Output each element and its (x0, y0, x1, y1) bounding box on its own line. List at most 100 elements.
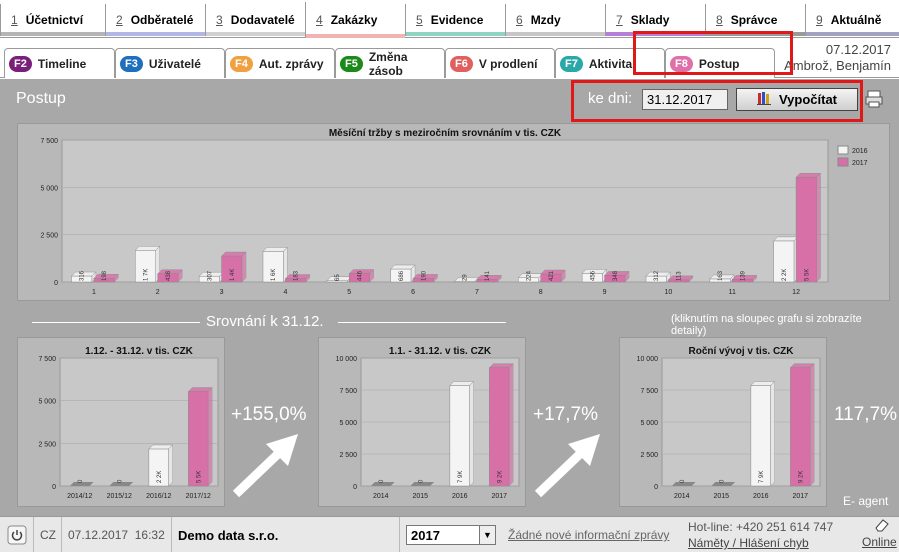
x-tick-label: 12 (792, 289, 800, 296)
bar-value-label: 163 (718, 270, 724, 281)
x-tick-label: 3 (220, 289, 224, 296)
main-tab-6[interactable]: 6 Mzdy (505, 4, 605, 36)
main-tab-number: 7 (616, 13, 623, 27)
section-line-right (338, 322, 506, 323)
annual-trend-chart[interactable]: 0 2 500 5 000 7 500 10 000 Roční vývoj v tis.… (620, 338, 828, 508)
bar-value-label: 446 (357, 270, 363, 281)
x-tick-label: 2016/12 (146, 493, 171, 500)
bar-value-label: 7 9K (458, 471, 464, 483)
bar-12-2017-side (816, 172, 821, 283)
bar-2016/12-side (168, 444, 173, 487)
annual-trend-panel[interactable]: 0 2 500 5 000 7 500 10 000 Roční vývoj v tis.… (619, 337, 827, 507)
sub-tab-label: Uživatelé (148, 56, 201, 71)
bar-2016 (449, 380, 475, 487)
bar-2017-side (809, 363, 815, 487)
feedback-link[interactable]: Náměty / Hlášení chyb (688, 536, 809, 550)
bar-value-label: 198 (102, 270, 108, 281)
date-label: ke dni: (588, 90, 633, 107)
sub-tab-f2[interactable]: F2 Timeline (4, 48, 115, 78)
y-tick-label: 5 000 (40, 185, 58, 192)
header-info: 07.12.2017 Ambrož, Benjamín (784, 42, 891, 74)
monthly-chart[interactable]: 0 2 500 5 000 7 500 Měsíční tržby s meziročn… (18, 124, 891, 302)
sub-tab-f6[interactable]: F6 V prodlení (445, 48, 555, 78)
e-agent-label: E- agent (843, 494, 889, 508)
y-tick-label: 10 000 (336, 356, 358, 363)
main-tab-color-bar (606, 32, 705, 36)
bar-value-label: 190 (421, 270, 427, 281)
sub-tab-f8[interactable]: F8 Postup (665, 48, 775, 78)
page-title: Postup (16, 90, 66, 107)
main-tab-3[interactable]: 3 Dodavatelé (205, 4, 305, 36)
main-tab-7[interactable]: 7 Sklady (605, 4, 705, 36)
main-tab-label: Účetnictví (25, 13, 84, 27)
chart-hint: (kliknutím na sloupec grafu si zobrazíte… (671, 313, 862, 337)
bar-value-label: 7 9K (759, 471, 765, 483)
sub-tab-label: Změna zásob (368, 49, 408, 78)
y-tick-label: 2 500 (640, 452, 658, 459)
bar-2016-side (770, 380, 775, 487)
chart-title: Měsíční tržby s meziročním srovnáním v t… (329, 128, 562, 139)
news-link[interactable]: Žádné nové informační zprávy (508, 528, 669, 542)
sub-tab-f4[interactable]: F4 Aut. zprávy (225, 48, 335, 78)
bar-12-2017-front (795, 176, 817, 283)
y-tick-label: 5 000 (38, 399, 56, 406)
power-button[interactable] (0, 517, 34, 552)
y-tick-label: 2 500 (40, 233, 58, 240)
arrow-up-right-icon (230, 430, 302, 503)
month-compare-panel[interactable]: 0 2 500 5 000 7 500 1.12. - 31.12. v tis. CZ… (17, 337, 225, 507)
main-tab-color-bar (206, 32, 305, 36)
sub-tab-f3[interactable]: F3 Uživatelé (115, 48, 225, 78)
main-tab-8[interactable]: 8 Správce (705, 4, 805, 36)
ytd-compare-panel[interactable]: 0 2 500 5 000 7 500 10 000 1.1. - 31.12. v ti… (318, 337, 526, 507)
bar-value-label: 1 7K (144, 269, 150, 281)
status-datetime: 07.12.2017 16:32 (62, 517, 172, 552)
main-tab-5[interactable]: 5 Evidence (405, 4, 505, 36)
bar-value-label: 9 2K (798, 471, 804, 483)
main-tab-label: Mzdy (530, 13, 561, 27)
ytd-compare-chart[interactable]: 0 2 500 5 000 7 500 10 000 1.1. - 31.12. v ti… (319, 338, 527, 508)
chart-title: 1.1. - 31.12. v tis. CZK (389, 346, 492, 357)
main-tab-4[interactable]: 4 Zakázky (305, 2, 405, 38)
sub-tab-f5[interactable]: F5 Změna zásob (335, 48, 445, 78)
main-tab-number: 4 (316, 13, 323, 27)
y-tick-label: 7 500 (40, 138, 58, 145)
bar-2016-side (469, 380, 474, 487)
sub-tab-f7[interactable]: F7 Aktivita (555, 48, 665, 78)
year-select[interactable]: 2017 ▼ (406, 525, 496, 545)
main-tab-1[interactable]: 1 Účetnictví (0, 4, 105, 36)
calculate-button[interactable]: Vypočítat (736, 88, 858, 111)
main-tab-color-bar (306, 34, 405, 38)
month-compare-chart[interactable]: 0 2 500 5 000 7 500 1.12. - 31.12. v tis. CZ… (18, 338, 226, 508)
sub-tab-key: F3 (120, 55, 143, 72)
language-indicator[interactable]: CZ (34, 517, 62, 552)
y-tick-label: 5 000 (640, 420, 658, 427)
date-input[interactable]: 31.12.2017 (642, 89, 728, 110)
chevron-down-icon[interactable]: ▼ (479, 526, 495, 544)
x-tick-label: 2015/12 (107, 493, 132, 500)
main-tab-color-bar (506, 32, 605, 36)
main-tab-9[interactable]: 9 Aktuálně (805, 4, 899, 36)
online-link[interactable]: Online (862, 535, 897, 549)
bar-value-label: 1 6K (271, 269, 277, 281)
x-tick-label: 4 (283, 289, 287, 296)
ytd-growth-percent: +17,7% (533, 404, 598, 425)
print-icon[interactable] (864, 89, 884, 109)
main-tab-number: 1 (11, 13, 18, 27)
bar-value-label: 1 4K (230, 269, 236, 281)
x-tick-label: 7 (475, 289, 479, 296)
main-tab-number: 6 (516, 13, 523, 27)
sub-tab-key: F4 (230, 55, 253, 72)
bar-value-label: 9 2K (497, 471, 503, 483)
monthly-chart-panel[interactable]: 0 2 500 5 000 7 500 Měsíční tržby s meziročn… (17, 123, 890, 301)
sub-tab-key: F6 (450, 55, 473, 72)
main-tab-2[interactable]: 2 Odběratelé (105, 4, 205, 36)
header-user: Ambrož, Benjamín (784, 58, 891, 73)
bar-value-label: 2 2K (157, 471, 163, 483)
x-tick-label: 2016 (753, 493, 769, 500)
bar-2017-front (790, 367, 811, 487)
chart-title: 1.12. - 31.12. v tis. CZK (85, 346, 194, 357)
eraser-icon[interactable] (874, 518, 890, 535)
legend-label: 2017 (852, 160, 868, 167)
bar-2017/12-side (207, 386, 213, 487)
y-tick-label: 10 000 (637, 356, 659, 363)
